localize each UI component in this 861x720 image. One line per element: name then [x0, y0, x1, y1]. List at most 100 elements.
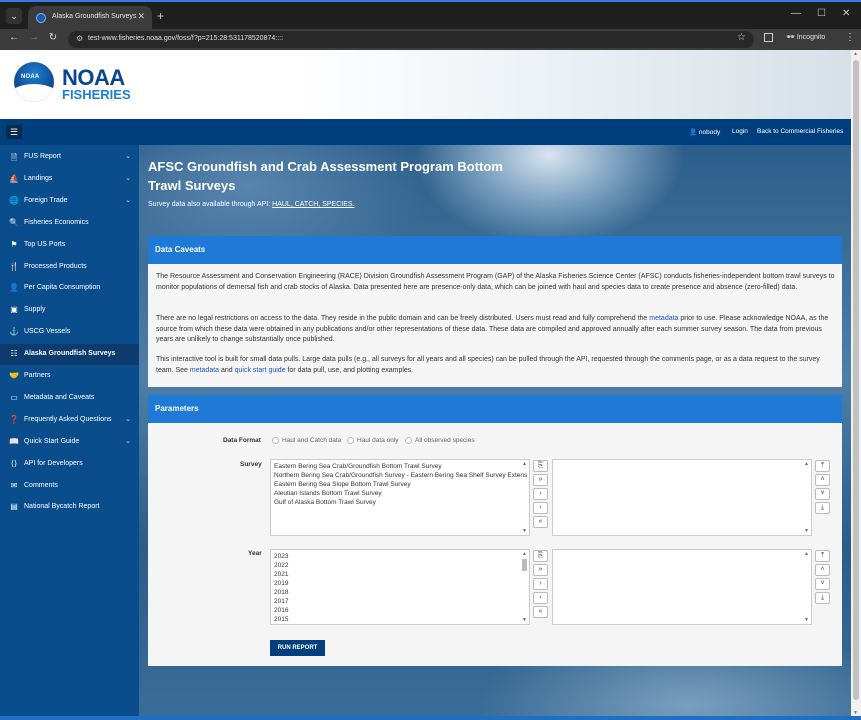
minimize-icon[interactable]: —: [791, 8, 801, 19]
incognito-indicator[interactable]: 🕶 Incognito: [786, 33, 825, 41]
survey-available-list[interactable]: Eastern Bering Sea Crab/Groundfish Botto…: [270, 459, 530, 536]
user-menu[interactable]: 👤 nobody: [689, 128, 720, 136]
sidebar-item-top-us-ports[interactable]: ⚑ Top US Ports: [0, 235, 139, 256]
scroll-up-icon[interactable]: ▲: [853, 51, 858, 57]
radio-haul-catch-label[interactable]: Haul and Catch data: [282, 437, 341, 444]
back-to-commercial-link[interactable]: Back to Commercial Fisheries: [757, 128, 843, 135]
survey-option[interactable]: Eastern Bering Sea Crab/Groundfish Botto…: [274, 463, 442, 470]
page-scrollbar[interactable]: ▲ ▼: [851, 50, 861, 720]
survey-selected-list[interactable]: ▲ ▼: [552, 459, 812, 536]
sidebar-item-supply[interactable]: ▣ Supply: [0, 300, 139, 321]
move-down-icon[interactable]: ˅: [815, 488, 830, 500]
metadata-link-2[interactable]: metadata: [190, 367, 219, 374]
move-bottom-icon[interactable]: ⤓: [815, 592, 830, 604]
sidebar-item-fisheries-economics[interactable]: 🔍 Fisheries Economics: [0, 213, 139, 234]
scroll-down-icon[interactable]: ▼: [804, 528, 809, 534]
move-top-icon[interactable]: ⤒: [815, 550, 830, 562]
run-report-button[interactable]: RUN REPORT: [270, 640, 325, 656]
copy-all-icon[interactable]: ⎘: [533, 550, 548, 562]
scroll-up-icon[interactable]: ▲: [522, 551, 527, 557]
move-up-icon[interactable]: ˄: [815, 474, 830, 486]
year-option[interactable]: 2023: [274, 553, 288, 560]
year-option[interactable]: 2019: [274, 580, 288, 587]
scroll-up-icon[interactable]: ▲: [804, 461, 809, 467]
year-option[interactable]: 2017: [274, 598, 288, 605]
move-top-icon[interactable]: ⤒: [815, 460, 830, 472]
move-up-icon[interactable]: ˄: [815, 564, 830, 576]
new-tab-icon[interactable]: +: [157, 9, 164, 23]
survey-option[interactable]: Eastern Bering Sea Slope Bottom Trawl Su…: [274, 481, 411, 488]
tab-search-icon[interactable]: ⌄: [6, 8, 22, 24]
scroll-down-icon[interactable]: ▼: [804, 617, 809, 623]
close-tab-icon[interactable]: ✕: [137, 11, 145, 22]
quick-start-guide-link[interactable]: quick start guide: [235, 367, 286, 374]
chevron-down-icon[interactable]: ⌄: [125, 437, 131, 445]
year-option[interactable]: 2016: [274, 607, 288, 614]
scroll-down-icon[interactable]: ▼: [522, 528, 527, 534]
api-links[interactable]: HAUL, CATCH, SPECIES.: [272, 201, 354, 208]
sidebar-item-partners[interactable]: 🤝 Partners: [0, 366, 139, 387]
login-link[interactable]: Login: [732, 128, 748, 135]
survey-option[interactable]: Northern Bering Sea Crab/Groundfish Surv…: [274, 472, 527, 479]
sidebar-item-processed-products[interactable]: 🍴 Processed Products: [0, 257, 139, 278]
chevron-down-icon[interactable]: ⌄: [125, 174, 131, 182]
copy-all-icon[interactable]: ⎘: [533, 460, 548, 472]
more-menu-icon[interactable]: ⋮: [845, 32, 855, 43]
move-left-icon[interactable]: ‹: [533, 502, 548, 514]
sidebar-item-fus-report[interactable]: 🗎 FUS Report ⌄: [0, 147, 139, 168]
sidebar-item-api-for-developers[interactable]: ⟨⟩ API for Developers: [0, 454, 139, 475]
scroll-up-icon[interactable]: ▲: [522, 461, 527, 467]
radio-haul-catch[interactable]: [272, 437, 279, 444]
radio-all-species[interactable]: [405, 437, 412, 444]
sidebar-item-uscg-vessels[interactable]: ⚓ USCG Vessels: [0, 322, 139, 343]
bookmark-star-icon[interactable]: ☆: [737, 32, 746, 43]
noaa-logo-icon[interactable]: NOAA: [14, 62, 54, 102]
back-arrow-icon[interactable]: ←: [7, 32, 21, 43]
sidebar-item-alaska-groundfish-surveys[interactable]: ☷ Alaska Groundfish Surveys: [0, 344, 139, 366]
move-all-left-icon[interactable]: «: [533, 516, 548, 528]
year-option[interactable]: 2018: [274, 589, 288, 596]
chevron-down-icon[interactable]: ⌄: [125, 196, 131, 204]
survey-option[interactable]: Gulf of Alaska Bottom Trawl Survey: [274, 499, 376, 506]
survey-option[interactable]: Aleutian Islands Bottom Trawl Survey: [274, 490, 382, 497]
radio-all-species-label[interactable]: All observed species: [415, 437, 475, 444]
radio-haul-only[interactable]: [347, 437, 354, 444]
sidebar-item-per-capita-consumption[interactable]: 👤 Per Capita Consumption: [0, 278, 139, 299]
hamburger-menu-icon[interactable]: ☰: [6, 125, 22, 139]
close-window-icon[interactable]: ✕: [842, 8, 850, 19]
sidebar-item-frequently-asked-questions[interactable]: ❓ Frequently Asked Questions ⌄: [0, 410, 139, 431]
chevron-down-icon[interactable]: ⌄: [125, 152, 131, 160]
side-panel-icon[interactable]: [764, 33, 773, 42]
year-option[interactable]: 2021: [274, 571, 288, 578]
reload-icon[interactable]: ↻: [46, 32, 60, 43]
site-info-icon[interactable]: ⚙: [76, 34, 83, 43]
year-selected-list[interactable]: ▲ ▼: [552, 549, 812, 625]
move-all-right-icon[interactable]: »: [533, 474, 548, 486]
address-bar[interactable]: ⚙ test-www.fisheries.noaa.gov/foss/f?p=2…: [68, 31, 754, 48]
browser-tab[interactable]: Alaska Groundfish Surveys ✕: [28, 6, 152, 31]
sidebar-item-foreign-trade[interactable]: 🌐 Foreign Trade ⌄: [0, 191, 139, 212]
chevron-down-icon[interactable]: ⌄: [125, 415, 131, 423]
year-option[interactable]: 2022: [274, 562, 288, 569]
metadata-link[interactable]: metadata: [649, 315, 678, 322]
forward-arrow-icon[interactable]: →: [27, 32, 41, 43]
move-down-icon[interactable]: ˅: [815, 578, 830, 590]
scrollbar-thumb[interactable]: [522, 559, 527, 571]
year-available-list[interactable]: 2023 2022 2021 2019 2018 2017 2016 2015 …: [270, 549, 530, 625]
radio-haul-only-label[interactable]: Haul data only: [357, 437, 399, 444]
sidebar-item-national-bycatch-report[interactable]: ▤ National Bycatch Report: [0, 497, 139, 518]
move-bottom-icon[interactable]: ⤓: [815, 502, 830, 514]
move-all-right-icon[interactable]: »: [533, 564, 548, 576]
logo-fisheries-text[interactable]: FISHERIES: [62, 87, 131, 102]
move-right-icon[interactable]: ›: [533, 578, 548, 590]
sidebar-item-landings[interactable]: ⛵ Landings ⌄: [0, 169, 139, 190]
move-right-icon[interactable]: ›: [533, 488, 548, 500]
sidebar-item-quick-start-guide[interactable]: 📖 Quick Start Guide ⌄: [0, 432, 139, 453]
page-scrollbar-thumb[interactable]: [853, 60, 859, 700]
scroll-down-icon[interactable]: ▼: [522, 617, 527, 623]
sidebar-item-metadata-and-caveats[interactable]: ▭ Metadata and Caveats: [0, 388, 139, 409]
scroll-up-icon[interactable]: ▲: [804, 551, 809, 557]
year-option[interactable]: 2015: [274, 616, 288, 623]
move-all-left-icon[interactable]: «: [533, 606, 548, 618]
move-left-icon[interactable]: ‹: [533, 592, 548, 604]
